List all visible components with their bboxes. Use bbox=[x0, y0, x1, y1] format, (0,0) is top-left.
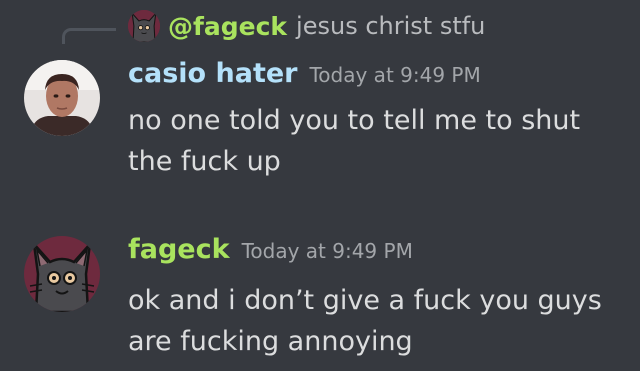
avatar[interactable] bbox=[24, 236, 100, 312]
reply-text[interactable]: jesus christ stfu bbox=[296, 12, 485, 40]
chat-view: @fageck jesus christ stfu casio hater To… bbox=[0, 0, 640, 371]
message-content: ok and i don’t give a fuck you guys are … bbox=[128, 285, 602, 357]
message-content: no one told you to tell me to shut the f… bbox=[128, 105, 581, 177]
reply-author[interactable]: @fageck bbox=[168, 12, 287, 41]
message-timestamp[interactable]: Today at 9:49 PM bbox=[242, 239, 413, 263]
message-author[interactable]: casio hater bbox=[128, 58, 297, 89]
reply-avatar bbox=[128, 10, 160, 42]
message-header: fageck Today at 9:49 PM bbox=[128, 234, 413, 265]
message-author[interactable]: fageck bbox=[128, 234, 230, 265]
cartoon-cat-icon bbox=[24, 236, 100, 312]
cartoon-cat-icon bbox=[128, 10, 160, 42]
reply-reference[interactable]: @fageck jesus christ stfu bbox=[128, 8, 485, 44]
user-photo-icon bbox=[24, 60, 100, 136]
message-header: casio hater Today at 9:49 PM bbox=[128, 58, 481, 89]
message-timestamp[interactable]: Today at 9:49 PM bbox=[309, 63, 480, 87]
avatar[interactable] bbox=[24, 60, 100, 136]
reply-connector bbox=[62, 28, 116, 44]
